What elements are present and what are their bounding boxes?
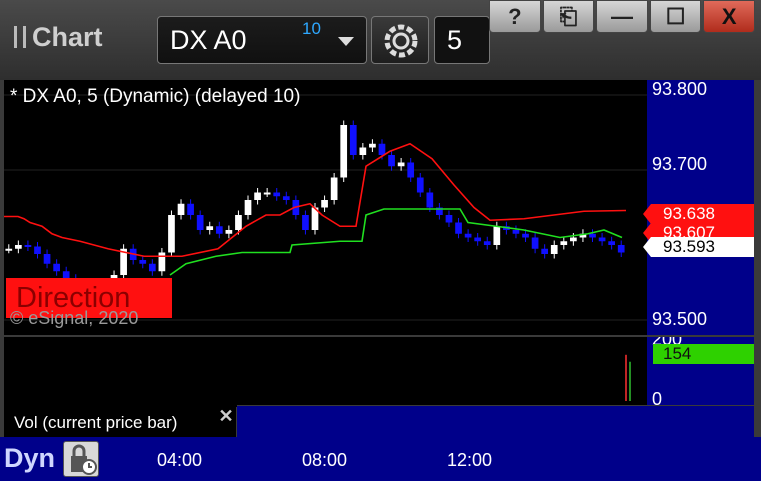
candle-body — [244, 200, 252, 215]
drag-grip-icon[interactable] — [14, 26, 26, 48]
candle-body — [445, 215, 453, 223]
candle-body — [349, 125, 357, 155]
candle-body — [215, 226, 223, 234]
candle-body — [196, 215, 204, 230]
candle-body — [541, 248, 549, 254]
candle-body — [531, 237, 539, 249]
volume-value-tag: 154 — [653, 344, 754, 364]
candle-body — [464, 233, 472, 238]
close-study-icon[interactable]: ✕ — [216, 407, 236, 427]
candle-body — [550, 245, 558, 254]
x-tick-label: 08:00 — [302, 450, 348, 470]
candle-body — [512, 230, 520, 234]
y-tick-label: 93.500 — [652, 309, 708, 329]
candle-body — [139, 260, 147, 264]
candle-body — [206, 226, 214, 230]
candle-body — [168, 215, 175, 253]
candle-body — [483, 241, 491, 245]
candle-body — [378, 143, 386, 155]
candle-body — [397, 162, 405, 167]
x-tick-label: 12:00 — [447, 450, 493, 470]
candle-body — [302, 215, 309, 230]
candle-body — [148, 263, 156, 272]
candle-body — [263, 192, 271, 195]
candle-body — [455, 222, 462, 234]
x-tick-label: 04:00 — [157, 450, 203, 470]
candle-body — [187, 203, 194, 215]
volume-plot[interactable] — [4, 337, 647, 407]
candle-body — [15, 245, 22, 249]
dynamic-mode-label: Dyn — [4, 443, 56, 473]
candle-body — [273, 192, 281, 197]
volume-chart-svg — [625, 354, 631, 401]
interval-text: 5 — [447, 25, 463, 55]
candle-body — [522, 233, 529, 238]
app-title: Chart — [14, 22, 103, 53]
settings-button[interactable] — [371, 16, 429, 64]
candle-body — [570, 237, 577, 242]
candle-body — [369, 143, 376, 148]
candle-body — [340, 125, 348, 178]
link-button[interactable]: ⎗ — [542, 0, 595, 33]
candle-body — [53, 263, 60, 272]
candle-body — [617, 245, 625, 253]
candle-body — [589, 233, 596, 238]
candle-body — [426, 192, 434, 208]
candle-body — [177, 203, 185, 215]
symbol-selector[interactable]: DX A0 10 — [157, 16, 367, 64]
price-tag-upper-text: 93.638 — [663, 204, 715, 223]
candle-body — [321, 200, 328, 208]
candle-body — [235, 215, 242, 230]
minimize-button[interactable]: — — [596, 0, 648, 33]
title-bar: Chart DX A0 10 5 ? ⎗ — ☐ X — [0, 0, 761, 80]
candle-body — [598, 237, 606, 242]
candle-body — [407, 162, 415, 178]
candle-body — [359, 147, 367, 155]
y-tick-label: 93.800 — [652, 79, 708, 99]
candle-body — [5, 248, 13, 251]
candle-body — [43, 254, 51, 264]
lock-button[interactable] — [63, 441, 99, 477]
gear-icon — [384, 24, 418, 58]
price-plot[interactable]: Direction * DX A0, 5 (Dynamic) (delayed … — [4, 80, 647, 335]
candle-body — [560, 241, 568, 245]
candle-body — [282, 196, 290, 200]
price-axis[interactable]: 93.800 93.700 93.500 93.638 93.607 93.59… — [643, 79, 754, 335]
chart-title: * DX A0, 5 (Dynamic) (delayed 10) — [10, 86, 301, 107]
volume-axis-spacer — [237, 405, 754, 437]
candle-body — [493, 226, 501, 245]
copyright-text: © eSignal, 2020 — [10, 308, 139, 328]
candle-body — [474, 237, 482, 242]
window-controls: ? ⎗ — ☐ X — [489, 0, 755, 36]
y-tick-label: 93.700 — [652, 154, 708, 174]
volume-legend: Vol (current price bar) — [4, 407, 236, 437]
candle-body — [608, 241, 615, 245]
candle-body — [34, 246, 41, 254]
chevron-down-icon[interactable] — [338, 37, 354, 46]
time-axis[interactable]: Dyn 04:00 08:00 12:00 — [0, 437, 761, 481]
symbol-text: DX A0 — [170, 25, 247, 55]
lock-clock-icon — [71, 444, 97, 475]
candle-body — [330, 177, 338, 200]
close-button[interactable]: X — [703, 0, 755, 33]
candle-body — [158, 252, 166, 272]
interval-input[interactable]: 5 — [434, 16, 490, 64]
candle-body — [24, 245, 32, 247]
volume-axis[interactable]: 200 154 0 — [647, 337, 754, 407]
delay-badge: 10 — [302, 19, 321, 38]
price-tag-last: 93.593 — [643, 237, 754, 257]
help-button[interactable]: ? — [489, 0, 541, 33]
candle-body — [416, 177, 424, 193]
app-title-text: Chart — [32, 22, 103, 52]
maximize-button[interactable]: ☐ — [649, 0, 702, 33]
price-tag-last-text: 93.593 — [663, 237, 715, 256]
candle-body — [388, 155, 395, 167]
price-tag-upper: 93.638 — [643, 204, 754, 224]
candle-body — [254, 192, 261, 200]
candle-body — [225, 230, 233, 234]
